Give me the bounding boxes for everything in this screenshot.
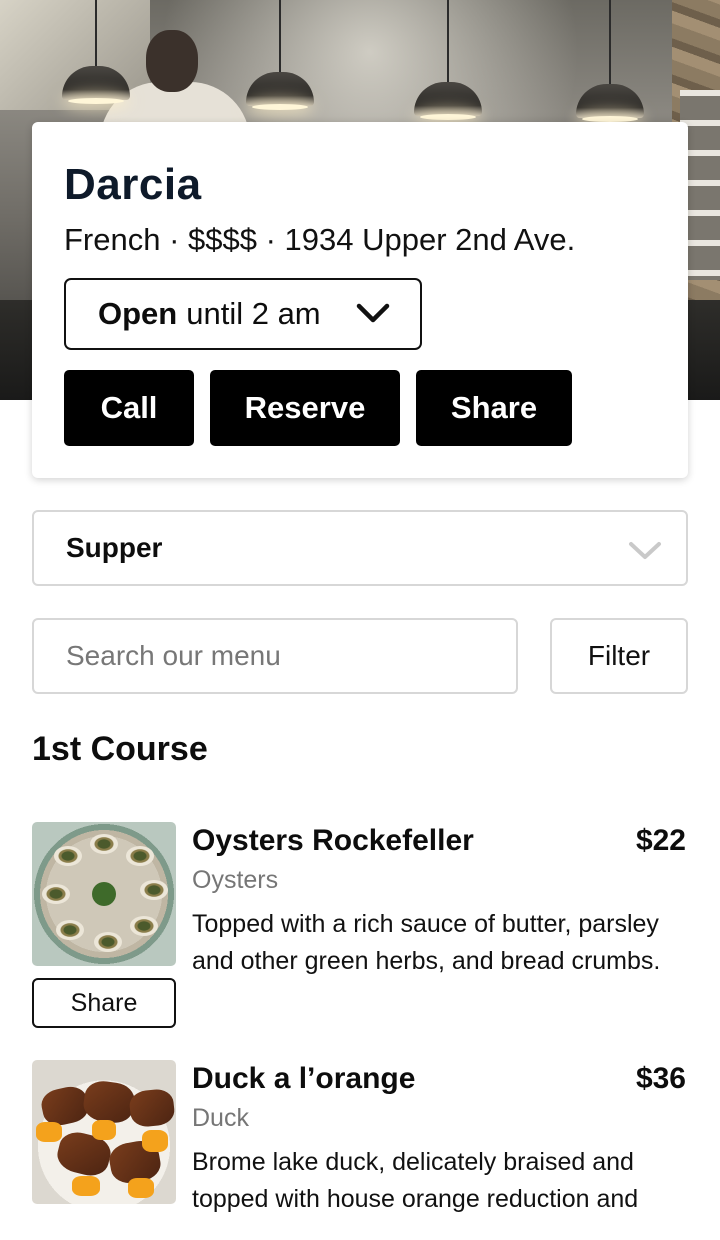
menu-item[interactable]: Oysters Rockefeller $22 Oysters Topped w… — [32, 822, 688, 1032]
filter-button[interactable]: Filter — [550, 618, 688, 694]
chevron-down-icon — [629, 542, 661, 559]
action-buttons: Call Reserve Share — [64, 370, 572, 446]
hero-chef-head — [146, 30, 198, 92]
dish-image-duck — [32, 1060, 176, 1204]
dish-image-oysters — [32, 822, 176, 966]
call-button[interactable]: Call — [64, 370, 194, 446]
menu-item[interactable]: Duck a l’orange $36 Duck Brome lake duck… — [32, 1060, 688, 1240]
dish-category: Oysters — [192, 866, 279, 894]
restaurant-name: Darcia — [64, 160, 202, 209]
dish-description: Brome lake duck, delicately braised and … — [192, 1148, 639, 1213]
section-title: 1st Course — [32, 730, 208, 768]
dish-category: Duck — [192, 1104, 249, 1132]
reserve-button[interactable]: Reserve — [210, 370, 400, 446]
dish-name: Oysters Rockefeller — [192, 824, 474, 857]
hours-dropdown[interactable]: Open until 2 am — [64, 278, 422, 350]
restaurant-info-card: Darcia French · $$$$ · 1934 Upper 2nd Av… — [32, 122, 688, 478]
dish-price: $22 — [635, 824, 686, 857]
dish-price: $36 — [635, 1062, 686, 1095]
menu-selector-value: Supper — [66, 532, 163, 563]
chevron-down-icon — [356, 303, 390, 323]
dish-name: Duck a l’orange — [192, 1062, 416, 1095]
dish-share-button[interactable]: Share — [32, 978, 176, 1028]
hours-open-label: Open — [98, 296, 178, 331]
restaurant-meta: French · $$$$ · 1934 Upper 2nd Ave. — [64, 222, 576, 257]
hours-until-label: until 2 am — [186, 296, 321, 331]
share-button[interactable]: Share — [416, 370, 572, 446]
dish-description: Topped with a rich sauce of butter, pars… — [192, 910, 661, 975]
menu-selector[interactable]: Supper — [32, 510, 688, 586]
menu-search-input[interactable] — [32, 618, 518, 694]
